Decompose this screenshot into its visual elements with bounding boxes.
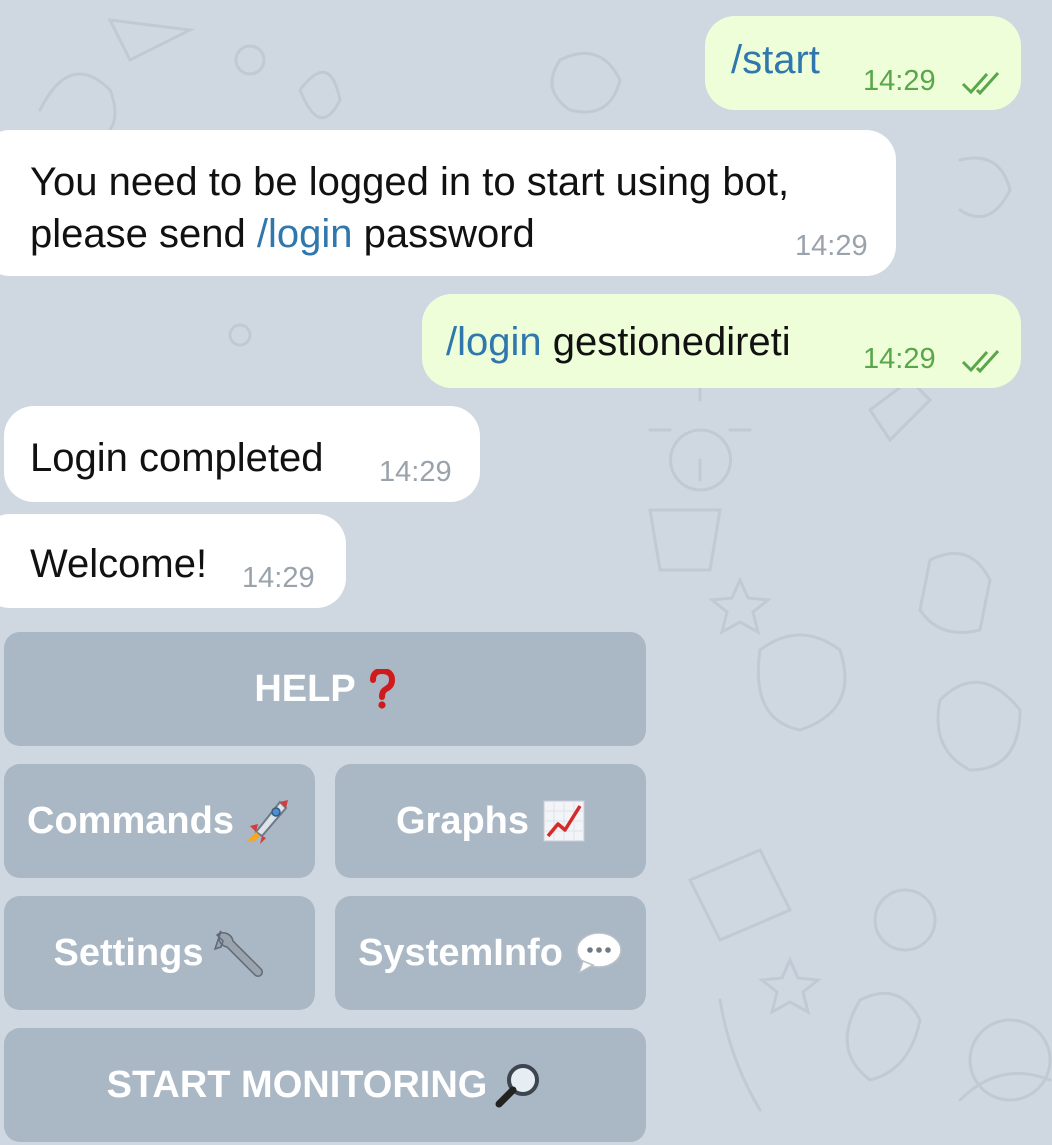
message-time: 14:29 <box>795 230 868 262</box>
message-bubble-incoming[interactable]: You need to be logged in to start using … <box>0 130 896 276</box>
message-time: 14:29 <box>863 343 936 375</box>
systeminfo-button[interactable]: SystemInfo <box>335 896 646 1010</box>
message-text-line-2: please send /login password <box>30 212 535 256</box>
systeminfo-button-label: SystemInfo <box>358 931 563 974</box>
command-link[interactable]: /login <box>257 212 353 256</box>
message-bubble-incoming[interactable]: Login completed 14:29 <box>4 406 480 502</box>
magnifier-icon <box>493 1060 543 1110</box>
rocket-icon <box>242 796 292 846</box>
wrench-icon <box>213 927 265 979</box>
settings-button[interactable]: Settings <box>4 896 315 1010</box>
message-text: Login completed <box>30 436 324 480</box>
start-monitoring-button-label: START MONITORING <box>106 1063 488 1106</box>
command-link[interactable]: /start <box>731 38 820 82</box>
message-time: 14:29 <box>863 65 936 97</box>
message-time: 14:29 <box>242 562 315 594</box>
double-check-icon <box>961 349 1000 374</box>
commands-button[interactable]: Commands <box>4 764 315 878</box>
settings-button-label: Settings <box>53 931 204 974</box>
message-text: Welcome! <box>30 542 208 586</box>
message-time: 14:29 <box>379 456 452 488</box>
command-link[interactable]: /login <box>446 320 542 364</box>
help-button-label: HELP <box>254 667 356 710</box>
double-check-icon <box>961 71 1000 96</box>
message-bubble-incoming[interactable]: Welcome! 14:29 <box>0 514 346 608</box>
chart-increasing-icon <box>543 800 585 842</box>
message-text: /login gestionedireti <box>446 320 791 364</box>
message-text-line-1: You need to be logged in to start using … <box>30 160 790 204</box>
graphs-button-label: Graphs <box>395 799 530 842</box>
red-question-mark-icon <box>368 669 396 709</box>
message-text: /start <box>731 34 820 86</box>
message-bubble-outgoing[interactable]: /start 14:29 <box>705 16 1021 110</box>
start-monitoring-button[interactable]: START MONITORING <box>4 1028 646 1142</box>
speech-bubble-icon <box>575 931 623 975</box>
message-bubble-outgoing[interactable]: /login gestionedireti 14:29 <box>422 294 1021 388</box>
graphs-button[interactable]: Graphs <box>335 764 646 878</box>
help-button[interactable]: HELP <box>4 632 646 746</box>
commands-button-label: Commands <box>27 799 234 842</box>
